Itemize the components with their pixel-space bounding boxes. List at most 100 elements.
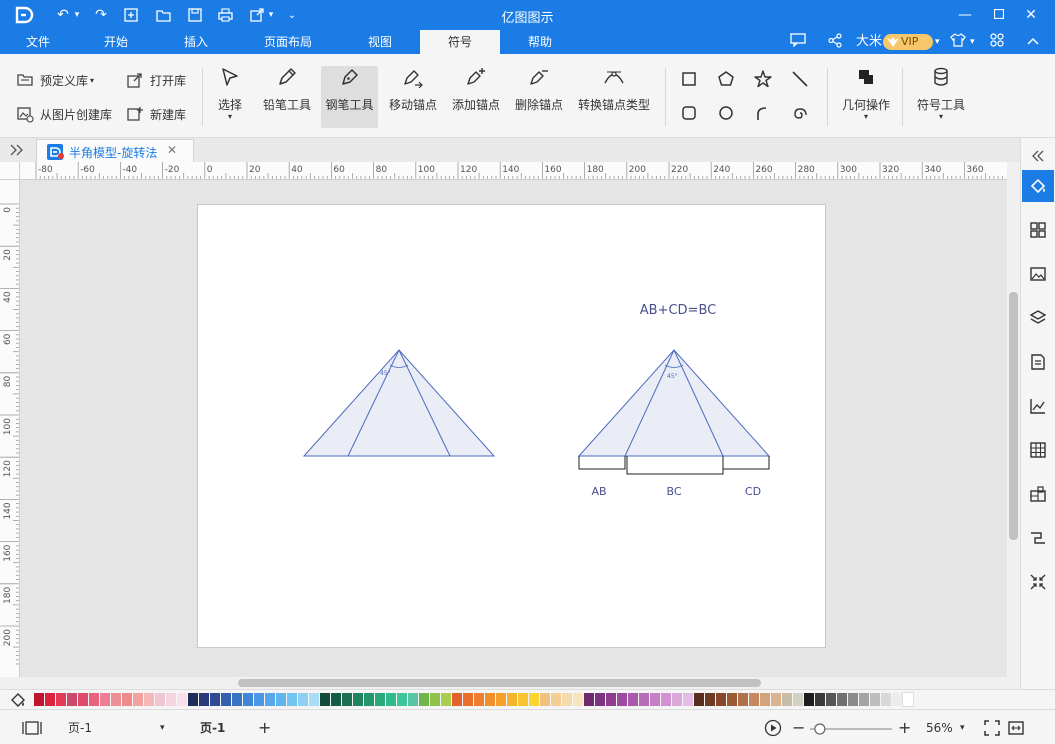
- add-page-button[interactable]: +: [258, 719, 271, 737]
- color-swatch[interactable]: [166, 693, 176, 706]
- color-swatch[interactable]: [386, 693, 396, 706]
- fill-panel-button[interactable]: [1022, 170, 1054, 202]
- pencil-tool-button[interactable]: 铅笔工具: [258, 66, 316, 128]
- play-presentation-icon[interactable]: [764, 719, 782, 737]
- zoom-out-button[interactable]: −: [792, 719, 805, 737]
- color-swatch[interactable]: [749, 693, 759, 706]
- color-swatch[interactable]: [34, 693, 44, 706]
- color-swatch[interactable]: [902, 692, 914, 707]
- color-swatch[interactable]: [155, 693, 165, 706]
- color-swatch[interactable]: [276, 693, 286, 706]
- pen-tool-button[interactable]: 钢笔工具: [321, 66, 378, 128]
- star-shape-icon[interactable]: [752, 68, 774, 90]
- vip-dropdown-icon[interactable]: ▾: [935, 33, 940, 51]
- color-swatch[interactable]: [628, 693, 638, 706]
- color-swatch[interactable]: [804, 693, 814, 706]
- color-swatch[interactable]: [243, 693, 253, 706]
- add-anchor-button[interactable]: 添加锚点: [447, 66, 505, 128]
- tab-symbol[interactable]: 符号: [420, 30, 500, 54]
- color-swatch[interactable]: [441, 693, 451, 706]
- color-swatch[interactable]: [694, 693, 704, 706]
- tab-home[interactable]: 开始: [92, 30, 140, 54]
- user-name[interactable]: 大米: [856, 33, 882, 51]
- color-swatch[interactable]: [529, 693, 539, 706]
- geometry-ops-button[interactable]: 几何操作 ▾: [838, 66, 894, 128]
- color-swatch[interactable]: [738, 693, 748, 706]
- fill-color-icon[interactable]: [10, 692, 26, 708]
- color-swatch[interactable]: [364, 693, 374, 706]
- connector-panel-button[interactable]: [1022, 522, 1054, 554]
- apps-grid-icon[interactable]: [990, 33, 1006, 51]
- color-swatch[interactable]: [661, 693, 671, 706]
- comment-icon[interactable]: [790, 33, 808, 51]
- color-swatch[interactable]: [716, 693, 726, 706]
- color-swatch[interactable]: [683, 693, 693, 706]
- color-swatch[interactable]: [320, 693, 330, 706]
- color-swatch[interactable]: [45, 693, 55, 706]
- tab-help[interactable]: 帮助: [516, 30, 564, 54]
- color-swatch[interactable]: [617, 693, 627, 706]
- move-anchor-button[interactable]: 移动锚点: [384, 66, 442, 128]
- color-swatch[interactable]: [408, 693, 418, 706]
- color-swatch[interactable]: [496, 693, 506, 706]
- close-window-icon[interactable]: ✕: [1020, 4, 1042, 26]
- rectangle-shape-icon[interactable]: [678, 68, 700, 90]
- color-swatch[interactable]: [837, 693, 847, 706]
- tab-insert[interactable]: 插入: [172, 30, 220, 54]
- color-swatch[interactable]: [551, 693, 561, 706]
- symbol-tools-button[interactable]: 符号工具 ▾: [912, 66, 970, 128]
- color-swatch[interactable]: [56, 693, 66, 706]
- skin-dropdown-icon[interactable]: ▾: [970, 33, 975, 51]
- color-swatch[interactable]: [485, 693, 495, 706]
- vertical-scrollbar[interactable]: [1007, 180, 1020, 677]
- chart-panel-button[interactable]: [1022, 390, 1054, 422]
- zoom-in-button[interactable]: +: [898, 719, 911, 737]
- open-lib-button[interactable]: 打开库: [126, 68, 186, 92]
- color-swatch[interactable]: [287, 693, 297, 706]
- color-swatch[interactable]: [375, 693, 385, 706]
- color-swatch[interactable]: [254, 693, 264, 706]
- skin-shirt-icon[interactable]: [950, 33, 968, 51]
- color-swatch[interactable]: [353, 693, 363, 706]
- color-swatch[interactable]: [342, 693, 352, 706]
- color-swatch[interactable]: [727, 693, 737, 706]
- drawing-canvas[interactable]: 45° 45° AB+CD=BC AB BC CD: [20, 180, 1007, 677]
- segment-label-ab[interactable]: AB: [591, 485, 606, 498]
- right-triangle-figure[interactable]: 45°: [577, 349, 771, 475]
- color-swatch[interactable]: [210, 693, 220, 706]
- color-swatch[interactable]: [133, 693, 143, 706]
- color-swatch[interactable]: [881, 693, 891, 706]
- color-swatch[interactable]: [331, 693, 341, 706]
- color-swatch[interactable]: [518, 693, 528, 706]
- color-swatch[interactable]: [639, 693, 649, 706]
- horizontal-scroll-thumb[interactable]: [238, 679, 761, 687]
- minimize-icon[interactable]: —: [954, 4, 976, 26]
- vip-badge[interactable]: VIP: [883, 34, 933, 50]
- share-icon[interactable]: [828, 33, 846, 51]
- color-swatch[interactable]: [430, 693, 440, 706]
- page-view-icon[interactable]: [22, 719, 42, 737]
- color-swatch[interactable]: [452, 693, 462, 706]
- page-tab-1[interactable]: 页-1: [200, 719, 225, 737]
- color-swatch[interactable]: [584, 693, 594, 706]
- color-swatch[interactable]: [89, 693, 99, 706]
- color-swatch[interactable]: [782, 693, 792, 706]
- color-swatch[interactable]: [188, 693, 198, 706]
- color-swatch[interactable]: [771, 693, 781, 706]
- circle-shape-icon[interactable]: [715, 102, 737, 124]
- horizontal-scrollbar[interactable]: [20, 677, 1007, 689]
- color-swatch[interactable]: [111, 693, 121, 706]
- expand-panel-icon[interactable]: [8, 141, 26, 159]
- color-swatch[interactable]: [892, 693, 902, 706]
- tab-view[interactable]: 视图: [356, 30, 404, 54]
- color-swatch[interactable]: [562, 693, 572, 706]
- equation-label[interactable]: AB+CD=BC: [640, 303, 716, 318]
- close-tab-icon[interactable]: ✕: [167, 143, 177, 157]
- create-from-image-button[interactable]: 从图片创建库: [16, 102, 112, 126]
- delete-anchor-button[interactable]: 删除锚点: [510, 66, 568, 128]
- color-swatch[interactable]: [507, 693, 517, 706]
- color-swatch[interactable]: [298, 693, 308, 706]
- page-selector-dropdown-icon[interactable]: ▾: [160, 719, 165, 737]
- color-swatch[interactable]: [859, 693, 869, 706]
- zoom-slider[interactable]: [808, 723, 894, 735]
